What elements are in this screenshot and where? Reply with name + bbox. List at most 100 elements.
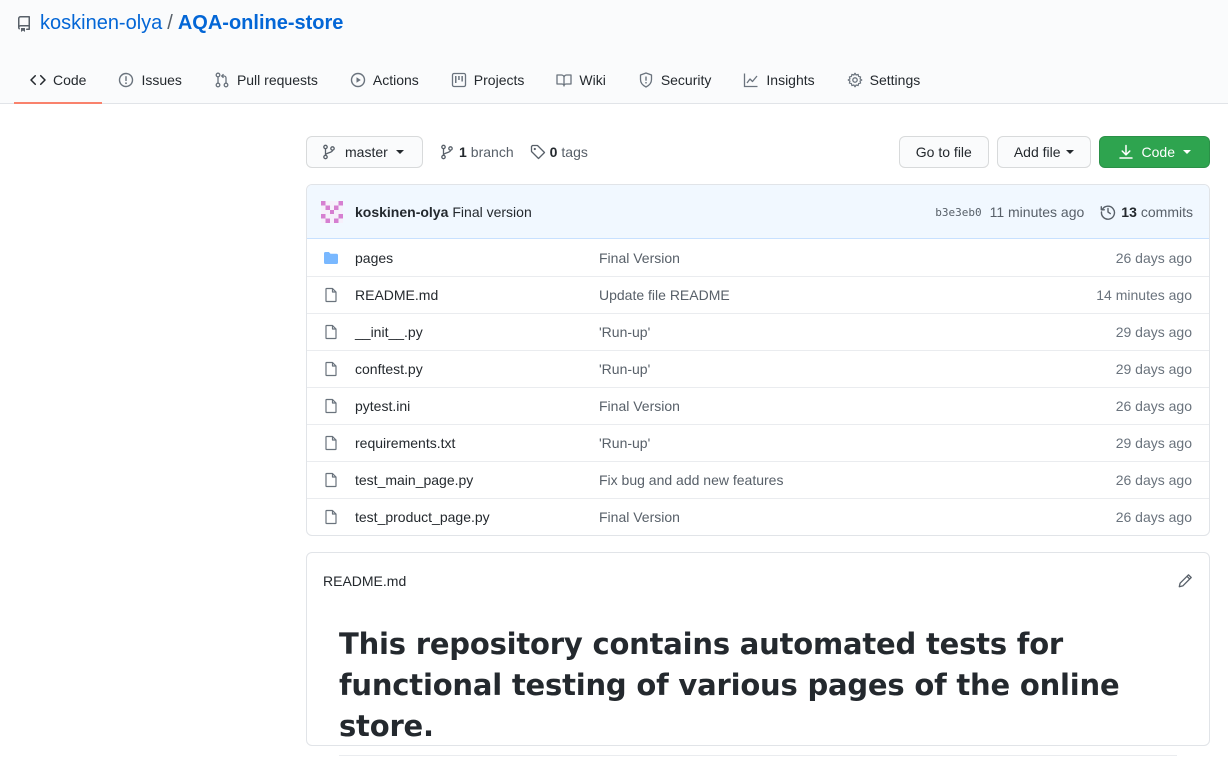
project-icon: [451, 72, 467, 88]
file-name-link[interactable]: test_product_page.py: [355, 509, 599, 525]
file-name-link[interactable]: README.md: [355, 287, 599, 303]
file-name-link[interactable]: pytest.ini: [355, 398, 599, 414]
tab-actions[interactable]: Actions: [334, 58, 435, 104]
commit-count-label: commits: [1140, 204, 1193, 220]
table-row[interactable]: __init__.py 'Run-up' 29 days ago: [307, 313, 1209, 350]
repo-owner-link[interactable]: koskinen-olya: [40, 12, 162, 35]
table-row[interactable]: pages Final Version 26 days ago: [307, 239, 1209, 276]
toolbar-actions: Go to file Add file Code: [891, 136, 1210, 168]
git-branch-icon: [439, 144, 455, 160]
repo-name-link[interactable]: AQA-online-store: [178, 12, 344, 35]
readme-content: This repository contains automated tests…: [307, 608, 1209, 756]
file-icon: [323, 324, 339, 340]
file-commit-message-link[interactable]: Fix bug and add new features: [599, 472, 783, 488]
commit-author-link[interactable]: koskinen-olya: [355, 204, 448, 220]
table-row[interactable]: test_main_page.py Fix bug and add new fe…: [307, 461, 1209, 498]
avatar[interactable]: [321, 200, 343, 223]
play-icon: [350, 72, 366, 88]
tab-settings[interactable]: Settings: [831, 58, 937, 104]
readme-filename-link[interactable]: README.md: [323, 573, 406, 589]
tag-label: tags: [561, 144, 588, 160]
commit-count: 13: [1121, 204, 1137, 220]
tab-pull-requests[interactable]: Pull requests: [198, 58, 334, 104]
file-commit-message-link[interactable]: 'Run-up': [599, 435, 650, 451]
file-rows: pages Final Version 26 days ago README.m…: [307, 239, 1209, 535]
pencil-icon[interactable]: [1177, 573, 1193, 589]
file-name-link[interactable]: requirements.txt: [355, 435, 599, 451]
go-to-file-button[interactable]: Go to file: [898, 136, 989, 168]
tab-label: Actions: [372, 72, 419, 88]
file-name-link[interactable]: test_main_page.py: [355, 472, 599, 488]
tab-label: Projects: [473, 72, 525, 88]
code-download-button[interactable]: Code: [1098, 136, 1210, 168]
file-commit-message-link[interactable]: Final Version: [599, 509, 680, 525]
add-file-button[interactable]: Add file: [996, 136, 1091, 168]
branch-select-button[interactable]: master: [306, 136, 423, 168]
file-commit-message-link[interactable]: Final Version: [599, 398, 680, 414]
tab-label: Security: [660, 72, 712, 88]
history-icon: [1100, 204, 1116, 220]
add-file-label: Add file: [1013, 144, 1061, 160]
tags-link[interactable]: 0 tags: [530, 144, 588, 160]
file-navigation: master 1 branch 0 tags Go to file Add fi…: [306, 136, 1210, 168]
tab-label: Wiki: [579, 72, 606, 88]
repo-tabs: Code Issues Pull requests Actions Projec…: [14, 58, 936, 104]
file-commit-age: 14 minutes ago: [1096, 287, 1192, 303]
file-name-link[interactable]: conftest.py: [355, 361, 599, 377]
branches-link[interactable]: 1 branch: [439, 144, 514, 160]
chevron-down-icon: [395, 150, 404, 154]
file-commit-age: 29 days ago: [1115, 435, 1192, 451]
file-icon: [323, 398, 339, 414]
git-branch-icon: [321, 144, 337, 160]
readme-heading: This repository contains automated tests…: [339, 624, 1177, 756]
tag-count: 0: [549, 144, 558, 160]
tag-icon: [530, 144, 546, 160]
download-icon: [1118, 144, 1134, 160]
branch-label: branch: [470, 144, 514, 160]
branch-name: master: [345, 144, 388, 160]
tab-issues[interactable]: Issues: [102, 58, 197, 104]
commits-history-link[interactable]: 13 commits: [1100, 204, 1193, 220]
tab-label: Code: [53, 72, 87, 88]
file-listing: koskinen-olya Final version b3e3eb0 11 m…: [306, 184, 1210, 536]
file-icon: [323, 287, 339, 303]
commit-message-link[interactable]: Final version: [452, 204, 531, 220]
code-button-label: Code: [1141, 144, 1175, 160]
table-row[interactable]: requirements.txt 'Run-up' 29 days ago: [307, 424, 1209, 461]
tab-security[interactable]: Security: [622, 58, 728, 104]
commit-time: 11 minutes ago: [989, 204, 1085, 220]
file-commit-message-link[interactable]: 'Run-up': [599, 361, 650, 377]
repo-separator: /: [167, 12, 173, 34]
tab-label: Insights: [766, 72, 815, 88]
file-name-link[interactable]: pages: [355, 250, 599, 266]
file-commit-age: 29 days ago: [1115, 324, 1192, 340]
file-commit-age: 26 days ago: [1115, 509, 1192, 525]
table-row[interactable]: test_product_page.py Final Version 26 da…: [307, 498, 1209, 535]
tab-code[interactable]: Code: [14, 58, 103, 104]
commit-details: b3e3eb0 11 minutes ago 13 commits: [935, 185, 1193, 239]
tab-label: Issues: [141, 72, 182, 88]
file-name-link[interactable]: __init__.py: [355, 324, 599, 340]
pull-request-icon: [214, 72, 230, 88]
file-icon: [323, 472, 339, 488]
table-row[interactable]: README.md Update file README 14 minutes …: [307, 276, 1209, 313]
file-commit-message-link[interactable]: 'Run-up': [599, 324, 650, 340]
repo-header: koskinen-olya / AQA-online-store Code Is…: [0, 0, 1228, 104]
tab-insights[interactable]: Insights: [727, 58, 830, 104]
tab-projects[interactable]: Projects: [435, 58, 541, 104]
file-commit-age: 26 days ago: [1115, 398, 1192, 414]
commit-sha-link[interactable]: b3e3eb0: [935, 206, 981, 219]
book-icon: [556, 72, 573, 88]
issue-icon: [118, 72, 134, 88]
tab-wiki[interactable]: Wiki: [540, 58, 621, 104]
repo-title: koskinen-olya / AQA-online-store: [16, 12, 343, 35]
shield-icon: [638, 72, 654, 88]
file-commit-message-link[interactable]: Final Version: [599, 250, 680, 266]
folder-icon: [323, 250, 339, 266]
table-row[interactable]: pytest.ini Final Version 26 days ago: [307, 387, 1209, 424]
file-commit-message-link[interactable]: Update file README: [599, 287, 730, 303]
latest-commit-bar: koskinen-olya Final version b3e3eb0 11 m…: [307, 185, 1209, 239]
file-icon: [323, 509, 339, 525]
table-row[interactable]: conftest.py 'Run-up' 29 days ago: [307, 350, 1209, 387]
chevron-down-icon: [1183, 150, 1191, 154]
